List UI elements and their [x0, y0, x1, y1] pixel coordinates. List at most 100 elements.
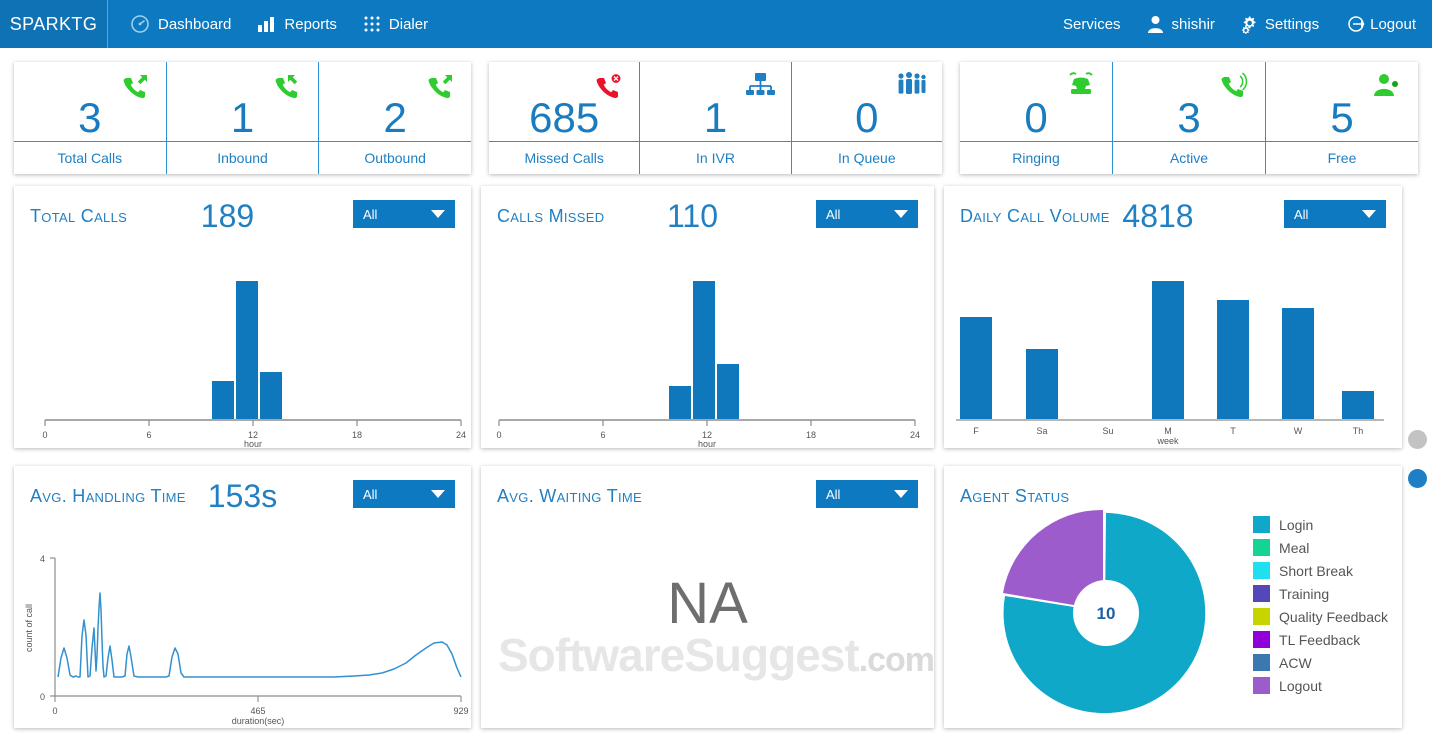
legend-item[interactable]: ACW — [1253, 654, 1388, 671]
user-icon — [1147, 15, 1164, 33]
svg-text:6: 6 — [600, 430, 605, 440]
card-avg-waiting-time: Avg. Waiting Time All NA — [481, 466, 934, 728]
kpi-value: 685 — [529, 94, 600, 141]
card-agent-status: Agent Status 10 Login Meal Short Break T… — [944, 466, 1402, 728]
filter-value: All — [826, 486, 841, 502]
svg-text:0: 0 — [42, 430, 47, 440]
card-calls-missed: Calls Missed 110 All 0 6 12 18 24 hour — [481, 186, 934, 448]
no-data-value: NA — [667, 571, 748, 636]
logout-icon — [1345, 14, 1367, 34]
kpi-active[interactable]: 3 Active — [1113, 62, 1266, 174]
kpi-value: 3 — [1177, 94, 1201, 141]
legend-item[interactable]: TL Feedback — [1253, 631, 1388, 648]
logo-text: SPARKTG — [9, 13, 98, 34]
carousel-dot-active[interactable] — [1408, 469, 1427, 488]
dashboard-card-grid: Total Calls 189 All 0 6 12 18 24 hour Ca… — [14, 186, 1402, 728]
kpi-label: Active — [1113, 141, 1265, 174]
agent-status-legend: Login Meal Short Break Training Quality … — [1253, 516, 1388, 694]
kpi-label: Total Calls — [14, 141, 166, 174]
phone-outgoing-icon — [120, 72, 150, 102]
kpi-in-queue[interactable]: 0 In Queue — [791, 62, 942, 174]
svg-text:18: 18 — [352, 430, 362, 440]
filter-dropdown-daily-volume[interactable]: All — [1284, 200, 1386, 228]
kpi-label: Outbound — [319, 141, 472, 174]
legend-item[interactable]: Training — [1253, 585, 1388, 602]
legend-label: Login — [1279, 516, 1314, 533]
nav-item-dialer[interactable]: Dialer — [363, 15, 428, 33]
svg-text:duration(sec): duration(sec) — [232, 716, 285, 726]
legend-label: Meal — [1279, 539, 1310, 556]
legend-item[interactable]: Meal — [1253, 539, 1388, 556]
legend-item[interactable]: Quality Feedback — [1253, 608, 1388, 625]
kpi-value: 1 — [703, 94, 728, 141]
filter-value: All — [363, 486, 378, 502]
nav-item-user[interactable]: shishir — [1147, 15, 1215, 33]
svg-text:Sa: Sa — [1036, 426, 1047, 436]
kpi-free[interactable]: 5 Free — [1266, 62, 1418, 174]
chevron-down-icon — [431, 210, 445, 218]
filter-dropdown-total-calls[interactable]: All — [353, 200, 455, 228]
keypad-icon — [363, 15, 381, 33]
nav-item-logout[interactable]: Logout — [1345, 14, 1416, 34]
app-logo[interactable]: SPARKTG — [0, 0, 107, 48]
chart-total-calls: 0 6 12 18 24 hour — [14, 238, 471, 448]
phone-missed-icon — [593, 72, 623, 102]
kpi-label: Inbound — [166, 141, 319, 174]
filter-dropdown-calls-missed[interactable]: All — [816, 200, 918, 228]
svg-text:24: 24 — [910, 430, 920, 440]
card-daily-call-volume: Daily Call Volume 4818 All F Sa Su M T W — [944, 186, 1402, 448]
filter-value: All — [826, 206, 841, 222]
carousel-dot-inactive[interactable] — [1408, 430, 1427, 449]
kpi-group-queue: 685 Missed Calls 1 In IVR 0 In Queue — [489, 62, 942, 174]
kpi-in-ivr[interactable]: 1 In IVR — [640, 62, 792, 174]
svg-text:0: 0 — [496, 430, 501, 440]
nav-item-services[interactable]: Services — [1063, 16, 1121, 33]
nav-label-reports: Reports — [284, 15, 337, 33]
kpi-label: Missed Calls — [489, 141, 640, 174]
nav-label-dialer: Dialer — [388, 15, 429, 33]
kpi-label: In Queue — [791, 141, 942, 174]
legend-label: Training — [1279, 585, 1330, 602]
svg-text:M: M — [1164, 426, 1172, 436]
card-title: Avg. Waiting Time — [497, 486, 642, 506]
filter-dropdown-waiting-time[interactable]: All — [816, 480, 918, 508]
svg-text:hour: hour — [698, 439, 716, 448]
legend-swatch — [1253, 631, 1271, 648]
kpi-value: 0 — [1024, 94, 1048, 141]
kpi-outbound[interactable]: 2 Outbound — [319, 62, 472, 174]
kpi-ringing[interactable]: 0 Ringing — [960, 62, 1113, 174]
nav-item-dashboard[interactable]: Dashboard — [130, 14, 231, 34]
phone-outgoing-icon — [425, 72, 455, 102]
primary-nav: Dashboard Reports Dialer — [108, 14, 428, 34]
legend-item[interactable]: Logout — [1253, 677, 1388, 694]
chart-daily-call-volume: F Sa Su M T W Th week — [944, 238, 1402, 448]
kpi-missed-calls[interactable]: 685 Missed Calls — [489, 62, 641, 174]
kpi-total-calls[interactable]: 3 Total Calls — [14, 62, 167, 174]
legend-swatch — [1253, 562, 1271, 579]
legend-item[interactable]: Short Break — [1253, 562, 1388, 579]
filter-value: All — [363, 206, 378, 222]
legend-item[interactable]: Login — [1253, 516, 1388, 533]
ivr-tree-icon — [745, 72, 775, 102]
svg-text:4: 4 — [40, 554, 45, 564]
kpi-inbound[interactable]: 1 Inbound — [166, 62, 320, 174]
legend-label: ACW — [1279, 654, 1312, 671]
legend-label: Short Break — [1279, 562, 1353, 579]
svg-text:Th: Th — [1353, 426, 1364, 436]
filter-dropdown-handling-time[interactable]: All — [353, 480, 455, 508]
svg-text:hour: hour — [244, 439, 262, 448]
svg-text:T: T — [1230, 426, 1236, 436]
svg-text:count of call: count of call — [24, 604, 34, 652]
top-navigation-bar: SPARKTG Dashboard Reports Dialer Service… — [0, 0, 1432, 48]
ringing-phone-icon — [1066, 72, 1096, 102]
nav-item-settings[interactable]: Settings — [1241, 15, 1319, 34]
kpi-group-agents: 0 Ringing 3 Active 5 Free — [960, 62, 1418, 174]
svg-text:week: week — [1156, 436, 1179, 446]
agent-free-icon — [1372, 72, 1402, 102]
legend-label: TL Feedback — [1279, 631, 1361, 648]
nav-label-settings: Settings — [1264, 15, 1320, 33]
people-queue-icon — [896, 72, 926, 102]
nav-item-reports[interactable]: Reports — [257, 16, 337, 33]
nav-label-logout: Logout — [1370, 15, 1416, 33]
kpi-summary-row: 3 Total Calls 1 Inbound 2 Outbound 685 M… — [14, 62, 1418, 174]
